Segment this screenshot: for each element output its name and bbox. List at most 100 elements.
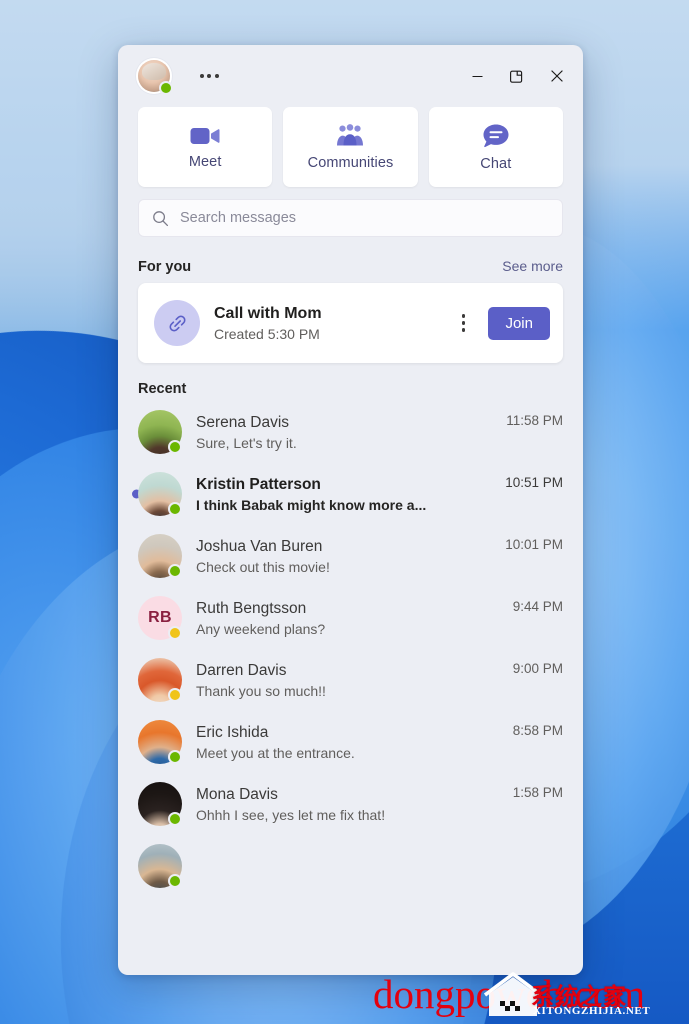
- contact-name: Mona Davis: [196, 786, 278, 804]
- message-time: 11:58 PM: [506, 413, 563, 428]
- chat-list-item[interactable]: Eric Ishida Meet you at the entrance. 8:58…: [118, 711, 583, 773]
- quick-action-label: Meet: [188, 153, 222, 170]
- watermark-brand-cn: 系统之家: [531, 984, 627, 1010]
- message-time: 10:01 PM: [505, 537, 563, 552]
- kebab-dot-icon: [461, 314, 466, 318]
- presence-available-icon: [168, 812, 182, 826]
- presence-available-icon: [159, 81, 173, 95]
- meeting-card[interactable]: Call with Mom Created 5:30 PM Join: [138, 283, 563, 363]
- for-you-header: For you See more: [118, 247, 583, 283]
- message-preview: Ohhh I see, yes let me fix that!: [196, 806, 386, 823]
- chat-item-text: Kristin Patterson I think Babak might kno…: [196, 475, 483, 512]
- contact-avatar: RB: [138, 596, 182, 640]
- message-preview: I think Babak might know more a...: [196, 496, 427, 513]
- chat-bubble-icon: [483, 124, 509, 147]
- message-preview: Sure, Let's try it.: [196, 434, 297, 451]
- meeting-link-avatar: [154, 300, 200, 346]
- quick-actions-row: Meet Communities Chat: [118, 107, 583, 199]
- ellipsis-dot-icon: [207, 74, 211, 78]
- search-icon: [153, 210, 169, 226]
- message-preview: Check out this movie!: [196, 558, 330, 575]
- restore-window-icon: [510, 70, 523, 83]
- kebab-dot-icon: [461, 321, 466, 325]
- watermark-brand-url: XITONGZHIJIA.NET: [533, 1005, 651, 1017]
- meeting-more-options-button[interactable]: [452, 306, 474, 340]
- contact-avatar: [138, 844, 182, 888]
- meeting-title: Call with Mom: [214, 305, 322, 322]
- message-preview: Meet you at the entrance.: [196, 744, 355, 761]
- chat-list-item[interactable]: Mona Davis Ohhh I see, yes let me fix tha…: [118, 773, 583, 835]
- presence-away-icon: [168, 688, 182, 702]
- ellipsis-dot-icon: [214, 74, 219, 78]
- search-area: Search messages: [118, 199, 583, 247]
- chat-list-item[interactable]: Serena Davis Sure, Let's try it. 11:58 PM: [118, 401, 583, 463]
- presence-away-icon: [168, 626, 182, 640]
- presence-available-icon: [168, 874, 182, 888]
- presence-available-icon: [168, 564, 182, 578]
- chat-item-text: Darren Davis Thank you so much!!: [196, 661, 491, 698]
- close-icon: [551, 70, 563, 82]
- chat-list-item-partial[interactable]: [118, 835, 583, 897]
- contact-avatar: [138, 534, 182, 578]
- presence-available-icon: [168, 750, 182, 764]
- ellipsis-dot-icon: [199, 74, 204, 78]
- contact-avatar: [138, 472, 182, 516]
- chat-flyout-window: Meet Communities Chat Search messages Fo…: [118, 45, 583, 975]
- quick-action-meet[interactable]: Meet: [138, 107, 273, 187]
- chat-item-text: Serena Davis Sure, Let's try it.: [196, 413, 484, 450]
- quick-action-label: Communities: [307, 154, 394, 171]
- search-placeholder: Search messages: [180, 210, 297, 226]
- contact-name: Ruth Bengtsson: [196, 600, 307, 618]
- chat-item-text: Mona Davis Ohhh I see, yes let me fix tha…: [196, 785, 491, 822]
- chat-list-item[interactable]: Joshua Van Buren Check out this movie! 10:…: [118, 525, 583, 587]
- presence-available-icon: [168, 502, 182, 516]
- chat-item-text: Ruth Bengtsson Any weekend plans?: [196, 599, 491, 636]
- video-camera-icon: [190, 127, 220, 144]
- contact-name: Kristin Patterson: [196, 476, 321, 494]
- contact-avatar: [138, 410, 182, 454]
- contact-name: Darren Davis: [196, 662, 287, 680]
- message-time: 9:44 PM: [512, 599, 563, 614]
- window-controls: [457, 56, 577, 96]
- message-time: 9:00 PM: [512, 661, 563, 676]
- quick-action-chat[interactable]: Chat: [428, 107, 563, 187]
- search-input[interactable]: Search messages: [138, 199, 563, 237]
- minimize-button[interactable]: [457, 56, 497, 96]
- contact-name: Eric Ishida: [196, 724, 269, 742]
- chat-list-item[interactable]: Darren Davis Thank you so much!! 9:00 PM: [118, 649, 583, 711]
- contact-name: Joshua Van Buren: [196, 538, 323, 556]
- desktop-background: Meet Communities Chat Search messages Fo…: [0, 0, 689, 1024]
- contact-avatar: [138, 782, 182, 826]
- meeting-subtitle: Created 5:30 PM: [214, 326, 320, 342]
- minimize-icon: [472, 75, 482, 77]
- chat-list-item[interactable]: Kristin Patterson I think Babak might kno…: [118, 463, 583, 525]
- chat-list-item[interactable]: RB Ruth Bengtsson Any weekend plans? 9:44 P…: [118, 587, 583, 649]
- for-you-title: For you: [138, 259, 192, 275]
- kebab-dot-icon: [461, 328, 466, 332]
- message-time: 1:58 PM: [512, 785, 563, 800]
- message-preview: Thank you so much!!: [196, 682, 326, 699]
- message-time: 10:51 PM: [505, 475, 563, 490]
- presence-available-icon: [168, 440, 182, 454]
- chat-item-text: Joshua Van Buren Check out this movie!: [196, 537, 483, 574]
- link-icon: [168, 314, 186, 332]
- message-time: 8:58 PM: [512, 723, 563, 738]
- more-options-button[interactable]: [192, 61, 226, 91]
- window-titlebar: [118, 45, 583, 107]
- recent-section-title: Recent: [138, 381, 187, 397]
- quick-action-communities[interactable]: Communities: [283, 107, 418, 187]
- contact-name: Serena Davis: [196, 414, 290, 432]
- chat-list-scroll-area[interactable]: For you See more Call with Mom Created 5…: [118, 247, 583, 975]
- contact-avatar: [138, 658, 182, 702]
- chat-item-text: Eric Ishida Meet you at the entrance.: [196, 723, 491, 760]
- close-button[interactable]: [537, 56, 577, 96]
- contact-avatar: [138, 720, 182, 764]
- join-meeting-button[interactable]: Join: [488, 306, 550, 340]
- quick-action-label: Chat: [480, 155, 512, 172]
- account-avatar[interactable]: [138, 60, 173, 95]
- message-preview: Any weekend plans?: [196, 620, 326, 637]
- maximize-button[interactable]: [497, 56, 537, 96]
- recent-chat-list: Serena Davis Sure, Let's try it. 11:58 PM K…: [118, 401, 583, 897]
- people-group-icon: [337, 123, 364, 145]
- see-more-link[interactable]: See more: [502, 258, 563, 274]
